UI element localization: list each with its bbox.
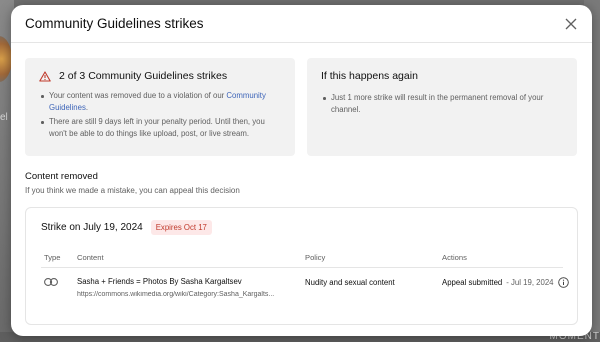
table-header: Type Content Policy Actions <box>41 244 563 268</box>
content-url[interactable]: https://commons.wikimedia.org/wiki/Categ… <box>77 291 292 298</box>
column-header-type: Type <box>44 253 61 262</box>
close-icon <box>565 18 577 30</box>
content-title[interactable]: Sasha + Friends = Photos By Sasha Kargal… <box>77 277 292 286</box>
bullet-item: There are still 9 days left in your pena… <box>41 116 281 140</box>
content-removed-title: Content removed <box>25 171 98 182</box>
column-header-content: Content <box>77 253 104 262</box>
policy-text: Nudity and sexual content <box>305 278 395 287</box>
strike-card: Strike on July 19, 2024 Expires Oct 17 T… <box>25 207 578 325</box>
bullet-item: Just 1 more strike will result in the pe… <box>323 92 563 116</box>
appeal-date: - Jul 19, 2024 <box>506 278 554 287</box>
info-icon <box>557 277 569 288</box>
warning-triangle-icon <box>39 70 51 82</box>
happens-again-bullets: Just 1 more strike will result in the pe… <box>321 92 563 116</box>
actions-cell: Appeal submitted - Jul 19, 2024 <box>442 277 569 288</box>
strike-count-card: 2 of 3 Community Guidelines strikes Your… <box>25 58 295 156</box>
column-header-actions: Actions <box>442 253 467 262</box>
expires-badge: Expires Oct 17 <box>150 220 212 235</box>
bullet-item: Your content was removed due to a violat… <box>41 90 281 114</box>
info-button[interactable] <box>557 277 569 288</box>
info-cards: 2 of 3 Community Guidelines strikes Your… <box>25 58 577 156</box>
table-row: Sasha + Friends = Photos By Sasha Kargal… <box>41 270 569 304</box>
dialog-header: Community Guidelines strikes <box>11 5 592 43</box>
dialog-title: Community Guidelines strikes <box>25 16 204 31</box>
backdrop-text: el <box>0 112 8 123</box>
happens-again-heading: If this happens again <box>321 70 418 82</box>
column-header-policy: Policy <box>305 253 326 262</box>
appeal-status: Appeal submitted <box>442 278 503 287</box>
close-button[interactable] <box>562 15 580 33</box>
strikes-dialog: Community Guidelines strikes 2 of 3 Comm… <box>11 5 592 336</box>
strike-count-heading: 2 of 3 Community Guidelines strikes <box>59 70 228 82</box>
strike-date: Strike on July 19, 2024 <box>41 222 143 233</box>
content-removed-subtitle: If you think we made a mistake, you can … <box>25 186 240 195</box>
happens-again-card: If this happens again Just 1 more strike… <box>307 58 577 156</box>
strike-count-bullets: Your content was removed due to a violat… <box>39 90 281 140</box>
link-icon <box>44 278 58 286</box>
